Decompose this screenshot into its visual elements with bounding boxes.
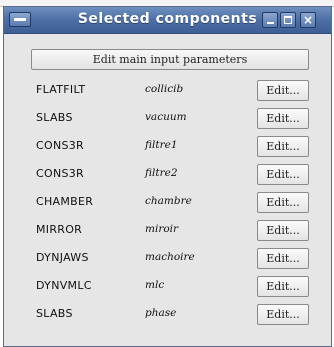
component-identifier: filtre2 xyxy=(145,167,178,179)
component-name: FLATFILT xyxy=(36,83,86,96)
edit-component-button[interactable]: Edit... xyxy=(257,220,309,241)
edit-component-button[interactable]: Edit... xyxy=(257,164,309,185)
component-row: DYNVMLC mlc Edit... xyxy=(4,275,331,299)
maximize-button[interactable] xyxy=(280,12,296,28)
maximize-icon xyxy=(284,16,292,24)
component-row: FLATFILT collicib Edit... xyxy=(4,79,331,103)
component-identifier: vacuum xyxy=(145,111,187,123)
component-identifier: miroir xyxy=(145,223,179,235)
component-identifier: filtre1 xyxy=(145,139,178,151)
edit-component-button[interactable]: Edit... xyxy=(257,80,309,101)
component-identifier: machoire xyxy=(145,251,195,263)
component-identifier: chambre xyxy=(145,195,192,207)
component-row: CONS3R filtre2 Edit... xyxy=(4,163,331,187)
edit-component-button[interactable]: Edit... xyxy=(257,304,309,325)
component-name: CONS3R xyxy=(36,139,84,152)
selected-components-window: Selected components × Edit main input pa… xyxy=(3,6,332,347)
title-bar[interactable]: Selected components × xyxy=(4,7,331,34)
minimize-button[interactable] xyxy=(262,12,278,28)
component-row: DYNJAWS machoire Edit... xyxy=(4,247,331,271)
component-row: SLABS phase Edit... xyxy=(4,303,331,327)
edit-component-button[interactable]: Edit... xyxy=(257,108,309,129)
edit-component-button[interactable]: Edit... xyxy=(257,136,309,157)
component-identifier: phase xyxy=(145,307,177,319)
window-content: Edit main input parameters FLATFILT coll… xyxy=(4,34,331,346)
minimize-icon xyxy=(267,22,274,24)
edit-component-button[interactable]: Edit... xyxy=(257,276,309,297)
component-name: CHAMBER xyxy=(36,195,94,208)
component-name: CONS3R xyxy=(36,167,84,180)
component-name: SLABS xyxy=(36,307,73,320)
component-row: CHAMBER chambre Edit... xyxy=(4,191,331,215)
component-name: DYNVMLC xyxy=(36,279,92,292)
edit-main-input-button[interactable]: Edit main input parameters xyxy=(31,49,309,70)
component-row: MIRROR miroir Edit... xyxy=(4,219,331,243)
close-button[interactable]: × xyxy=(300,12,316,28)
component-name: MIRROR xyxy=(36,223,83,236)
close-icon: × xyxy=(302,13,314,27)
component-identifier: collicib xyxy=(145,83,184,95)
component-name: DYNJAWS xyxy=(36,251,89,264)
component-row: CONS3R filtre1 Edit... xyxy=(4,135,331,159)
component-identifier: mlc xyxy=(145,279,165,291)
edit-component-button[interactable]: Edit... xyxy=(257,192,309,213)
component-name: SLABS xyxy=(36,111,73,124)
component-row: SLABS vacuum Edit... xyxy=(4,107,331,131)
edit-component-button[interactable]: Edit... xyxy=(257,248,309,269)
